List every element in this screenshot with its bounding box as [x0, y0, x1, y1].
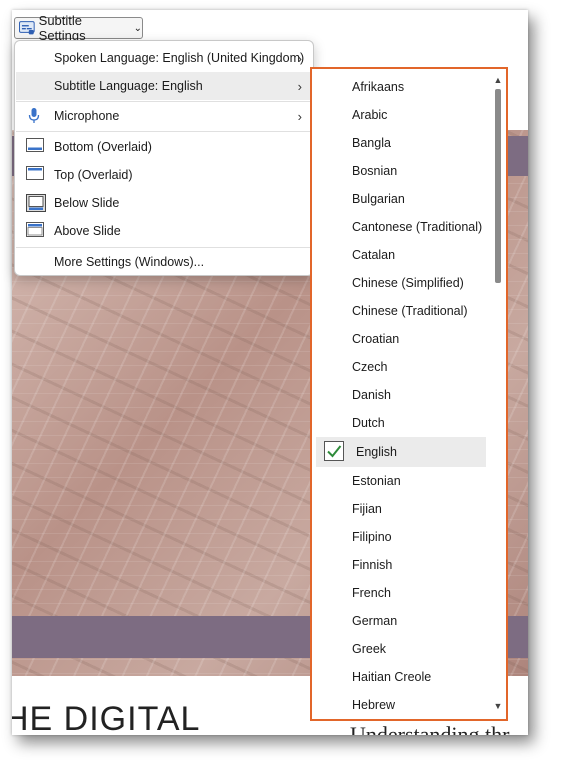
language-item[interactable]: Bangla	[316, 129, 486, 157]
menu-item-microphone[interactable]: Microphone ›	[16, 102, 312, 130]
language-item[interactable]: Bulgarian	[316, 185, 486, 213]
menu-item-label: Spoken Language: English (United Kingdom…	[54, 51, 305, 65]
chevron-right-icon: ›	[297, 108, 302, 124]
bottom-overlaid-icon	[26, 138, 44, 152]
language-label: Catalan	[352, 248, 396, 262]
language-label: Croatian	[352, 332, 400, 346]
slide-subtitle: Understanding thr	[350, 722, 510, 735]
menu-item-label: More Settings (Windows)...	[54, 255, 205, 269]
scroll-up-arrow-icon[interactable]: ▲	[493, 75, 503, 85]
menu-item-label: Below Slide	[54, 196, 120, 210]
menu-item-top-overlaid[interactable]: Top (Overlaid)	[16, 161, 312, 189]
language-label: Haitian Creole	[352, 670, 432, 684]
subtitle-settings-button[interactable]: Subtitle Settings ⌄	[14, 13, 143, 43]
language-item[interactable]: English	[316, 437, 486, 467]
language-label: German	[352, 614, 398, 628]
menu-item-label: Bottom (Overlaid)	[54, 140, 152, 154]
language-item[interactable]: Czech	[316, 353, 486, 381]
language-item[interactable]: Danish	[316, 381, 486, 409]
menu-item-label: Top (Overlaid)	[54, 168, 133, 182]
language-item[interactable]: Greek	[316, 635, 486, 663]
language-label: Estonian	[352, 474, 401, 488]
menu-item-subtitle-language[interactable]: Subtitle Language: English ›	[16, 72, 312, 100]
language-item[interactable]: Chinese (Simplified)	[316, 269, 486, 297]
scroll-down-arrow-icon[interactable]: ▼	[493, 701, 503, 711]
language-label: Arabic	[352, 108, 388, 122]
language-label: Cantonese (Traditional)	[352, 220, 483, 234]
language-item[interactable]: Estonian	[316, 467, 486, 495]
language-label: Chinese (Traditional)	[352, 304, 468, 318]
language-list-viewport[interactable]: Afrikaans Arabic Bangla Bosnian Bulgarian Can…	[316, 73, 502, 715]
language-item[interactable]: Croatian	[316, 325, 486, 353]
slide-title: HE DIGITAL	[12, 700, 201, 735]
chevron-right-icon: ›	[297, 78, 302, 94]
language-label: Filipino	[352, 530, 392, 544]
language-item[interactable]: Arabic	[316, 101, 486, 129]
language-label: English	[356, 445, 397, 459]
language-item[interactable]: Fijian	[316, 495, 486, 523]
menu-item-label: Microphone	[54, 109, 120, 123]
menu-item-label: Subtitle Language: English	[54, 79, 203, 93]
closed-captions-icon	[19, 21, 35, 35]
language-label: Chinese (Simplified)	[352, 276, 464, 290]
language-item[interactable]: Bosnian	[316, 157, 486, 185]
language-item[interactable]: German	[316, 607, 486, 635]
language-item[interactable]: Filipino	[316, 523, 486, 551]
language-label: Fijian	[352, 502, 382, 516]
menu-item-label: Above Slide	[54, 224, 121, 238]
subtitle-settings-label: Subtitle Settings	[38, 13, 86, 43]
top-overlaid-icon	[26, 166, 44, 180]
language-item[interactable]: French	[316, 579, 486, 607]
scrollbar-thumb[interactable]	[495, 89, 501, 283]
language-label: Bangla	[352, 136, 391, 150]
language-label: Bulgarian	[352, 192, 405, 206]
language-label: Czech	[352, 360, 388, 374]
language-item[interactable]: Dutch	[316, 409, 486, 437]
subtitle-settings-menu: Spoken Language: English (United Kingdom…	[14, 40, 314, 276]
language-label: Danish	[352, 388, 391, 402]
above-slide-icon	[26, 222, 44, 237]
menu-item-below-slide[interactable]: Below Slide	[16, 189, 312, 217]
microphone-icon	[28, 108, 40, 123]
chevron-right-icon: ›	[297, 50, 302, 66]
checkmark-icon	[324, 441, 344, 461]
language-label: French	[352, 586, 391, 600]
language-label: Finnish	[352, 558, 393, 572]
subtitle-language-list: Afrikaans Arabic Bangla Bosnian Bulgarian Can…	[310, 67, 508, 721]
language-label: Greek	[352, 642, 387, 656]
language-item[interactable]: Hebrew	[316, 691, 486, 715]
language-item[interactable]: Haitian Creole	[316, 663, 486, 691]
menu-item-more-settings[interactable]: More Settings (Windows)...	[16, 248, 312, 276]
language-list-scrollbar[interactable]: ▲ ▼	[493, 73, 503, 715]
language-item[interactable]: Catalan	[316, 241, 486, 269]
language-item[interactable]: Cantonese (Traditional)	[316, 213, 486, 241]
language-label: Hebrew	[352, 698, 396, 712]
language-item[interactable]: Afrikaans	[316, 73, 486, 101]
language-label: Dutch	[352, 416, 385, 430]
below-slide-icon	[26, 194, 46, 212]
language-item[interactable]: Chinese (Traditional)	[316, 297, 486, 325]
menu-divider	[16, 131, 312, 132]
language-label: Bosnian	[352, 164, 398, 178]
menu-item-above-slide[interactable]: Above Slide	[16, 217, 312, 245]
menu-item-bottom-overlaid[interactable]: Bottom (Overlaid)	[16, 133, 312, 161]
menu-item-spoken-language[interactable]: Spoken Language: English (United Kingdom…	[16, 44, 312, 72]
language-label: Afrikaans	[352, 80, 405, 94]
language-item[interactable]: Finnish	[316, 551, 486, 579]
chevron-down-icon: ⌄	[133, 22, 142, 34]
